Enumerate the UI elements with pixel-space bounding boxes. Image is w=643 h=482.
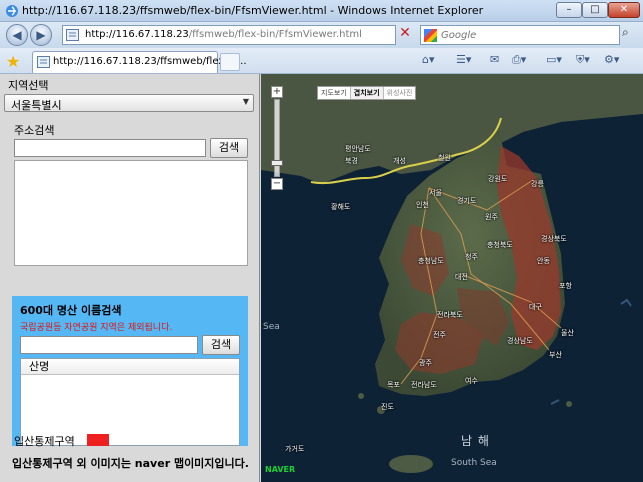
- left-panel: 지역선택 서울특별시 ▼ 주소검색 검색 600대 명산 이름검색 국립공원등 …: [0, 74, 260, 482]
- safety-icon[interactable]: ⛨▾: [576, 53, 590, 69]
- mail-icon[interactable]: ✉: [490, 53, 499, 69]
- map-type-switcher: 지도보기 겹치보기 위성사진: [317, 86, 417, 100]
- satellite-map-image: [261, 74, 643, 482]
- map-place-label: 경상북도: [541, 235, 567, 243]
- search-input[interactable]: [441, 28, 611, 42]
- naver-logo: NAVER: [265, 465, 296, 474]
- map-place-label: 평안남도: [345, 145, 371, 153]
- google-icon: [424, 29, 437, 42]
- sea-label-south: 남 해: [461, 434, 490, 448]
- region-label: 지역선택: [8, 79, 49, 92]
- minimize-button[interactable]: –: [556, 2, 582, 18]
- map-place-label: 대전: [455, 273, 468, 281]
- stop-button[interactable]: ✕: [396, 25, 414, 45]
- sea-label-east: Sea: [263, 322, 280, 332]
- mountain-search-note: 국립공원등 자연공원 지역은 제외됩니다.: [20, 323, 173, 333]
- map-view[interactable]: 지도보기 겹치보기 위성사진 + − 평안남도북경황해도 개성 철원강원도강릉서울경…: [261, 74, 643, 482]
- map-place-label: 청주: [465, 253, 478, 261]
- map-place-label: 부산: [549, 351, 562, 359]
- zoom-control: + −: [271, 86, 283, 190]
- map-type-hybrid[interactable]: 겹치보기: [350, 87, 384, 99]
- map-place-label: 철원: [438, 154, 451, 162]
- page-icon: [37, 56, 50, 68]
- mountain-search-box: 600대 명산 이름검색 국립공원등 자연공원 지역은 제외됩니다. 검색 산명: [12, 296, 248, 446]
- internet-explorer-icon: [6, 5, 18, 17]
- map-place-label: 울산: [561, 329, 574, 337]
- map-place-label: 전라남도: [411, 381, 437, 389]
- feeds-icon[interactable]: ☰▾: [456, 53, 471, 69]
- url-text: http://116.67.118.23/ffsmweb/flex-bin/Ff…: [85, 29, 362, 40]
- address-search-button[interactable]: 검색: [210, 138, 248, 158]
- map-place-label: 포항: [559, 282, 572, 290]
- search-box[interactable]: [420, 25, 620, 45]
- tools-gear-icon[interactable]: ⚙▾: [604, 53, 619, 69]
- map-place-label: 대구: [529, 303, 542, 311]
- map-place-label: 안동: [537, 257, 550, 265]
- map-place-label: 강릉: [531, 180, 544, 188]
- map-place-label: 경상남도: [507, 337, 533, 345]
- region-select[interactable]: 서울특별시 ▼: [4, 94, 254, 112]
- sea-label-south-en: South Sea: [451, 458, 497, 468]
- close-window-button[interactable]: ✕: [608, 2, 640, 18]
- favorites-star-icon[interactable]: ★: [6, 52, 20, 71]
- new-tab-button[interactable]: [220, 53, 240, 71]
- back-button[interactable]: ◀: [6, 24, 28, 46]
- map-place-label: 여수: [465, 377, 478, 385]
- map-place-label: 전주: [433, 331, 446, 339]
- map-place-label: 북경: [345, 157, 358, 165]
- search-go-button[interactable]: ⌕: [622, 25, 640, 45]
- mountain-search-input[interactable]: [20, 336, 198, 354]
- map-place-label: 충청북도: [487, 241, 513, 249]
- window-title: http://116.67.118.23/ffsmweb/flex-bin/Ff…: [22, 4, 484, 17]
- home-icon[interactable]: ⌂▾: [422, 53, 435, 69]
- mountain-search-title: 600대 명산 이름검색: [20, 304, 122, 317]
- map-place-label: 광주: [419, 359, 432, 367]
- map-place-label: 전라북도: [437, 311, 463, 319]
- browser-tab[interactable]: http://116.67.118.23/ffsmweb/flex-bi...: [32, 51, 247, 73]
- region-select-value: 서울특별시: [11, 99, 62, 112]
- map-type-normal[interactable]: 지도보기: [318, 87, 351, 99]
- legend-label: 입산통제구역: [14, 435, 75, 448]
- mountain-search-button[interactable]: 검색: [202, 335, 240, 355]
- print-icon[interactable]: ⎙▾: [512, 53, 526, 69]
- zoom-out-button[interactable]: −: [271, 178, 283, 190]
- map-place-label: 황해도: [331, 203, 351, 211]
- zoom-in-button[interactable]: +: [271, 86, 283, 98]
- address-search-label: 주소검색: [14, 124, 55, 137]
- legend-swatch: [87, 434, 109, 446]
- map-place-label: 개성: [393, 157, 406, 165]
- page-menu-icon[interactable]: ▭▾: [546, 53, 562, 69]
- maximize-button[interactable]: □: [582, 2, 608, 18]
- address-toolbar: ◀ ▶ http://116.67.118.23/ffsmweb/flex-bi…: [0, 22, 643, 48]
- address-bar[interactable]: http://116.67.118.23/ffsmweb/flex-bin/Ff…: [62, 25, 446, 45]
- map-place-label: 원주: [485, 213, 498, 221]
- chevron-down-icon: ▼: [242, 97, 249, 106]
- map-place-label: 경기도: [457, 197, 477, 205]
- footer-note: 입산통제구역 외 이미지는 naver 맵이미지입니다.: [12, 457, 249, 470]
- map-place-label: 목포: [387, 381, 400, 389]
- zoom-slider-thumb[interactable]: [271, 160, 283, 166]
- map-place-label: 인천: [416, 201, 429, 209]
- address-search-input[interactable]: [14, 139, 206, 157]
- app-content: 지역선택 서울특별시 ▼ 주소검색 검색 600대 명산 이름검색 국립공원등 …: [0, 74, 643, 482]
- map-place-label: 진도: [381, 403, 394, 411]
- map-place-label: 강원도: [488, 175, 508, 183]
- map-type-satellite[interactable]: 위성사진: [384, 87, 416, 99]
- map-place-label: 가거도: [285, 445, 305, 453]
- tab-title: http://116.67.118.23/ffsmweb/flex-bi...: [53, 56, 247, 67]
- map-place-label: 서울: [429, 189, 442, 197]
- forward-button[interactable]: ▶: [30, 24, 52, 46]
- map-place-label: 충청남도: [418, 257, 444, 265]
- tab-toolbar: ★ http://116.67.118.23/ffsmweb/flex-bi..…: [0, 48, 643, 74]
- address-result-list[interactable]: [14, 160, 248, 266]
- page-icon: [66, 29, 79, 41]
- title-bar: http://116.67.118.23/ffsmweb/flex-bin/Ff…: [0, 0, 643, 22]
- mountain-name-column-header[interactable]: 산명: [21, 359, 239, 375]
